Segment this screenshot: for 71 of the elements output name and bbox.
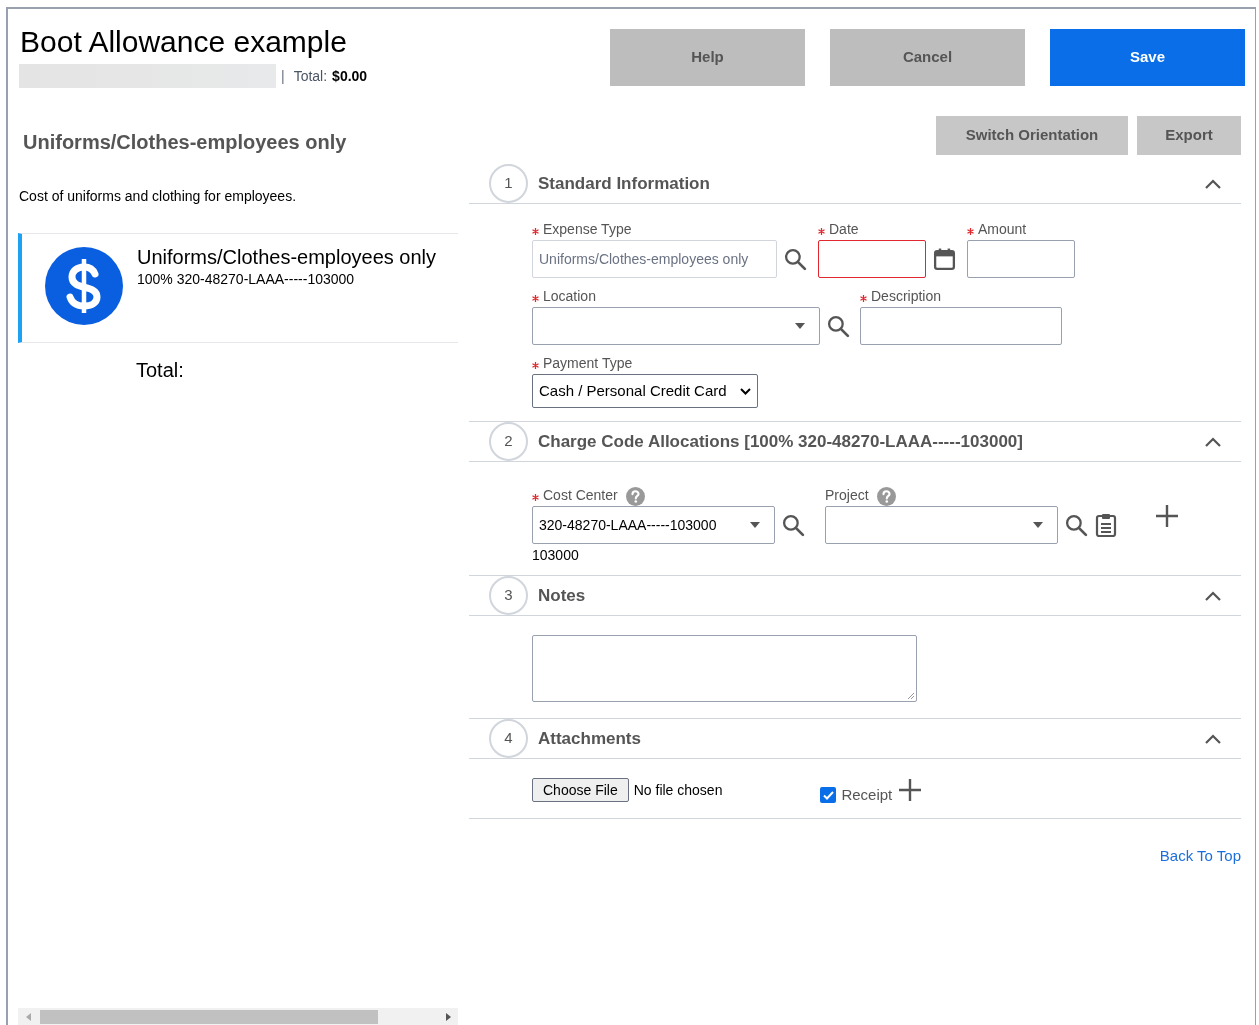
- total-value: $0.00: [332, 66, 368, 86]
- combo-box[interactable]: [532, 307, 820, 345]
- search-icon[interactable]: [826, 313, 851, 339]
- toolbar-button[interactable]: Export: [1137, 116, 1241, 155]
- dollar-icon: [45, 247, 123, 325]
- expense-heading: Uniforms/Clothes-employees only: [22, 130, 348, 155]
- field-label: Payment Type: [543, 354, 633, 373]
- section-header[interactable]: 1 Standard Information: [469, 164, 1241, 204]
- horizontal-scrollbar[interactable]: [18, 1008, 458, 1025]
- file-status: No file chosen: [633, 780, 723, 800]
- search-icon[interactable]: [781, 512, 806, 538]
- chevron-up-icon: [1205, 733, 1221, 744]
- search-icon[interactable]: [1064, 512, 1089, 538]
- total-label: Total:: [293, 66, 328, 86]
- step-number: 3: [489, 576, 528, 615]
- help-icon[interactable]: [625, 487, 645, 506]
- expense-card[interactable]: Uniforms/Clothes-employees only 100% 320-48270-LAAA-----103000: [18, 233, 458, 343]
- chevron-up-icon: [1205, 178, 1221, 189]
- choose-file-button[interactable]: Choose File: [532, 778, 629, 802]
- action-button[interactable]: Help: [610, 29, 805, 86]
- section-title: Notes: [538, 584, 586, 607]
- payment-type-select[interactable]: Cash / Personal Credit Card: [532, 374, 758, 408]
- section-title: Attachments: [538, 727, 641, 750]
- receipt-label: Receipt: [841, 784, 893, 805]
- section-title: Standard Information: [538, 172, 710, 195]
- action-button[interactable]: Cancel: [830, 29, 1025, 86]
- field-label: Date: [829, 220, 859, 239]
- chevron-down-icon: [740, 387, 751, 395]
- chevron-up-icon: [1205, 590, 1221, 601]
- back-to-top-link[interactable]: Back To Top: [1159, 845, 1241, 868]
- date-field[interactable]: [818, 240, 926, 278]
- add-icon[interactable]: [1155, 504, 1179, 528]
- expense-description: Cost of uniforms and clothing for employees.: [18, 187, 298, 206]
- field-label: Location: [543, 287, 596, 306]
- dropdown-caret-icon: [750, 522, 760, 528]
- allocation-text: 100% 320-48270-LAAA-----103000: [137, 270, 356, 289]
- step-number: 4: [489, 719, 528, 758]
- field-label: Amount: [978, 220, 1027, 239]
- search-icon[interactable]: [783, 246, 808, 272]
- input-field[interactable]: [967, 240, 1075, 278]
- step-number: 2: [489, 422, 528, 461]
- separator: |: [281, 66, 285, 86]
- dropdown-caret-icon: [795, 323, 805, 329]
- receipt-checkbox[interactable]: [820, 787, 837, 803]
- section-header[interactable]: 3 Notes: [469, 576, 1241, 616]
- add-icon[interactable]: [898, 778, 923, 802]
- dropdown-caret-icon: [1033, 522, 1043, 528]
- clipboard-icon[interactable]: [1095, 513, 1117, 537]
- combo-box[interactable]: [825, 506, 1058, 544]
- field-label: Expense Type: [543, 220, 632, 239]
- toolbar-button[interactable]: Switch Orientation: [936, 116, 1128, 155]
- notes-textarea[interactable]: [532, 635, 917, 702]
- help-icon[interactable]: [876, 487, 896, 506]
- section-header[interactable]: 4 Attachments: [469, 719, 1241, 759]
- cost-center-code: 103000: [532, 546, 580, 565]
- section-header[interactable]: 2 Charge Code Allocations [100% 320-48270-LAAA-----103000]: [469, 422, 1241, 462]
- field-label: Cost Center: [543, 486, 618, 505]
- page-title: Boot Allowance example: [19, 26, 348, 58]
- input-field[interactable]: [860, 307, 1062, 345]
- resize-grip-icon[interactable]: [906, 691, 915, 700]
- field-label: Project: [825, 486, 869, 505]
- scroll-right-icon[interactable]: [446, 1012, 451, 1021]
- step-number: 1: [489, 164, 528, 203]
- section-title: Charge Code Allocations [100% 320-48270-LAAA-----103000]: [538, 430, 1023, 453]
- save-button[interactable]: Save: [1050, 29, 1245, 86]
- chevron-up-icon: [1205, 436, 1221, 447]
- expense-title: Uniforms/Clothes-employees only: [137, 246, 436, 269]
- combo-box[interactable]: 320-48270-LAAA-----103000: [532, 506, 775, 544]
- field-label: Description: [871, 287, 942, 306]
- total-label: Total:: [136, 358, 185, 383]
- calendar-icon[interactable]: [932, 246, 957, 272]
